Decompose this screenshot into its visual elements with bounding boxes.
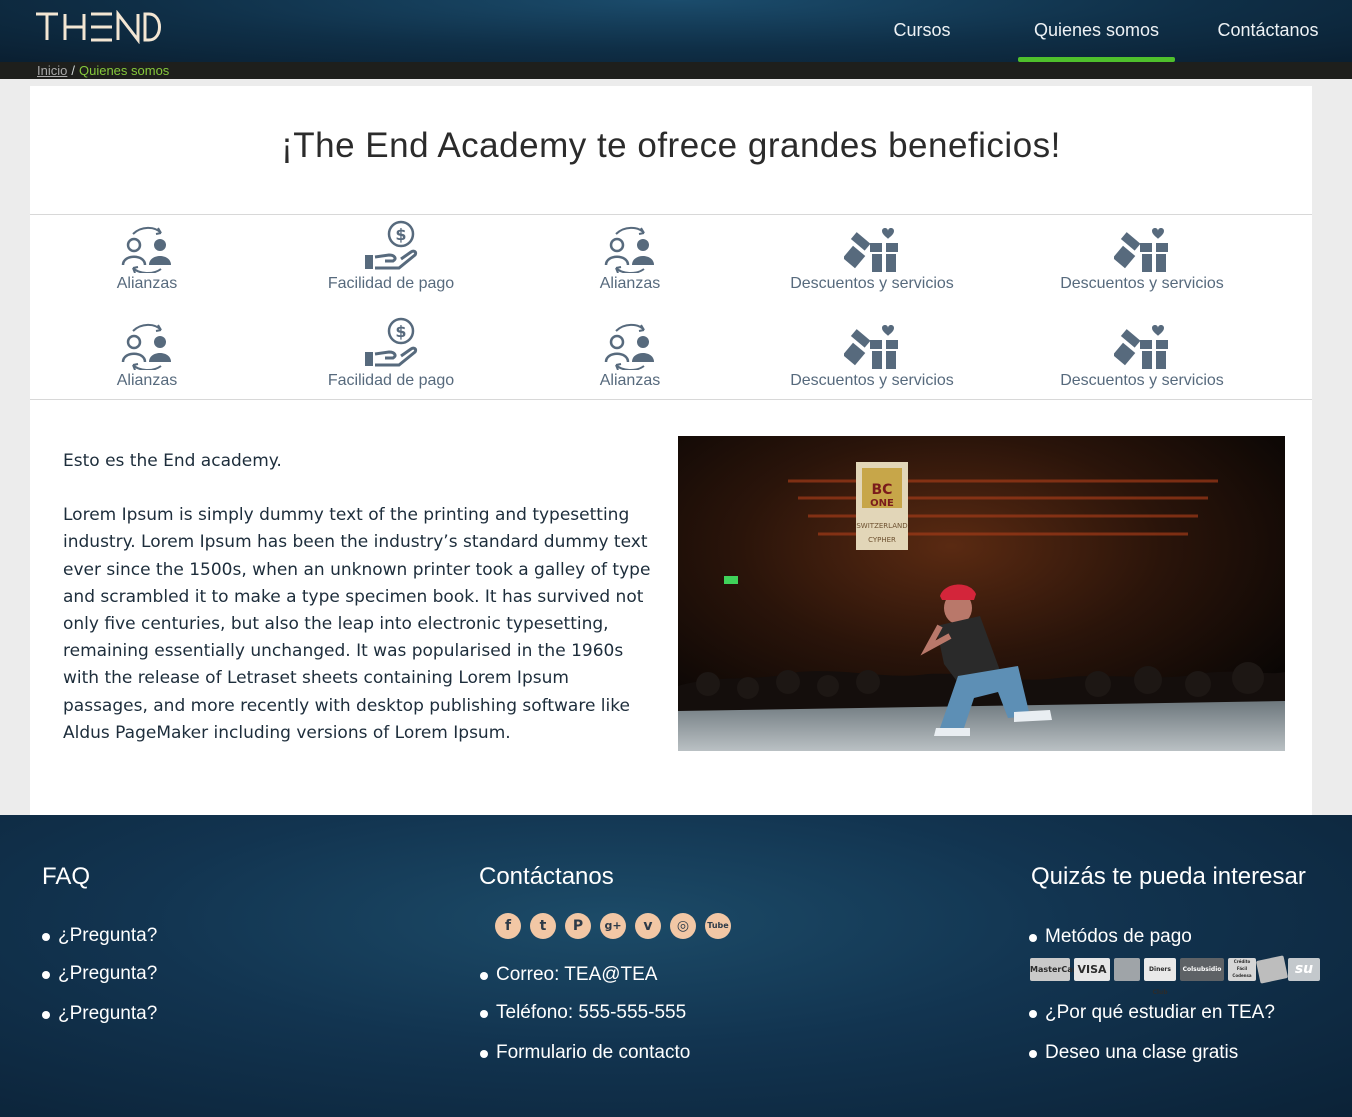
logo-mark (36, 10, 161, 44)
benefit-item-descuentos: Descuentos y servicios (1042, 322, 1242, 390)
benefit-label: Descuentos y servicios (790, 275, 954, 292)
interest-free-class[interactable]: Deseo una clase gratis (1029, 1042, 1238, 1064)
benefit-item-facilidad-de-pago: $ Facilidad de pago (291, 219, 491, 293)
stage-photo-illustration: BC ONE SWITZERLAND CYPHER (678, 436, 1285, 751)
youtube-icon[interactable]: Tube (705, 913, 731, 939)
site-footer: FAQ ¿Pregunta? ¿Pregunta? ¿Pregunta? Con… (0, 815, 1352, 1117)
thend-logo[interactable] (34, 10, 164, 44)
sign-one: ONE (870, 498, 894, 509)
benefit-label: Descuentos y servicios (1060, 275, 1224, 292)
twitter-icon[interactable]: t (530, 913, 556, 939)
google-plus-icon[interactable]: g+ (600, 913, 626, 939)
benefit-item-alianzas: Alianzas (47, 225, 247, 293)
about-intro: Esto es the End academy. (63, 451, 282, 471)
sign-bc: BC (872, 482, 893, 498)
footer-interest-title: Quizás te pueda interesar (1031, 863, 1306, 890)
diners-club-logo: Diners Club (1144, 958, 1176, 996)
card-logo (1114, 958, 1140, 981)
benefit-item-descuentos: Descuentos y servicios (772, 322, 972, 390)
nav-contactanos[interactable]: Contáctanos (1212, 0, 1324, 62)
benefit-item-descuentos: Descuentos y servicios (1042, 225, 1242, 293)
instagram-icon[interactable]: ◎ (670, 913, 696, 939)
benefit-label: Facilidad de pago (327, 372, 455, 389)
faq-item[interactable]: ¿Pregunta? (42, 925, 157, 947)
vimeo-icon[interactable]: v (635, 913, 661, 939)
benefit-label: Descuentos y servicios (1060, 372, 1224, 389)
benefits-grid: Alianzas $ Facilidad de pago Alianzas De… (30, 214, 1312, 400)
benefit-label: Facilidad de pago (327, 275, 455, 292)
breadcrumb-current: Quienes somos (78, 63, 170, 78)
gift-icon (844, 228, 898, 272)
benefit-label: Alianzas (116, 275, 178, 292)
pinterest-icon[interactable]: P (565, 913, 591, 939)
facebook-icon[interactable]: f (495, 913, 521, 939)
benefit-label: Alianzas (599, 275, 661, 292)
visa-logo: VISA (1074, 958, 1110, 981)
benefit-label: Alianzas (599, 372, 661, 389)
credito-facil-codensa-logo: Crédito Fácil Codensa (1228, 958, 1256, 981)
colsubsidio-logo: Colsubsidio (1180, 958, 1224, 981)
mastercard-logo: MasterCard (1030, 958, 1082, 981)
benefit-label: Descuentos y servicios (790, 372, 954, 389)
interest-why-tea[interactable]: ¿Por qué estudiar en TEA? (1029, 1002, 1275, 1024)
benefit-item-descuentos: Descuentos y servicios (772, 225, 972, 293)
svg-text:$: $ (395, 225, 406, 244)
benefit-item-alianzas: Alianzas (47, 322, 247, 390)
sign-switzerland: SWITZERLAND (856, 522, 907, 530)
alliance-icon (121, 226, 171, 273)
contact-email[interactable]: Correo: TEA@TEA (480, 964, 657, 986)
nav-quienes-somos[interactable]: Quienes somos (1018, 0, 1175, 62)
page-title: ¡The End Academy te ofrece grandes benef… (281, 126, 1061, 165)
main-content-card: ¡The End Academy te ofrece grandes benef… (30, 86, 1312, 815)
alliance-icon (604, 226, 654, 273)
payment-hand-icon: $ (365, 220, 418, 270)
interest-payment-methods[interactable]: Metódos de pago (1029, 926, 1192, 948)
alliance-icon (604, 323, 654, 370)
nav-cursos[interactable]: Cursos (872, 0, 972, 62)
breakdance-stage-photo: BC ONE SWITZERLAND CYPHER (678, 436, 1285, 751)
about-text: Esto es the End academy. Lorem Ipsum is … (63, 448, 653, 774)
sign-cypher: CYPHER (868, 536, 896, 544)
contact-phone[interactable]: Teléfono: 555-555-555 (480, 1002, 686, 1024)
benefit-label: Alianzas (116, 372, 178, 389)
faq-item[interactable]: ¿Pregunta? (42, 963, 157, 985)
benefit-item-facilidad-de-pago: $ Facilidad de pago (291, 316, 491, 390)
payment-hand-icon: $ (365, 317, 418, 367)
su-logo: su (1288, 958, 1320, 981)
breadcrumb-separator: / (71, 63, 75, 78)
breadcrumb: Inicio / Quienes somos (0, 62, 1352, 79)
breadcrumb-home-link[interactable]: Inicio (37, 63, 67, 78)
benefit-item-alianzas: Alianzas (530, 322, 730, 390)
card-stack-logo (1255, 955, 1289, 984)
gift-icon (1114, 228, 1168, 272)
top-navbar: Cursos Quienes somos Contáctanos (0, 0, 1352, 62)
footer-contact-title: Contáctanos (479, 863, 614, 890)
alliance-icon (121, 323, 171, 370)
contact-form-link[interactable]: Formulario de contacto (480, 1042, 690, 1064)
about-body: Lorem Ipsum is simply dummy text of the … (63, 505, 651, 743)
faq-item[interactable]: ¿Pregunta? (42, 1003, 157, 1025)
svg-text:$: $ (395, 322, 406, 341)
footer-faq-title: FAQ (42, 863, 91, 890)
benefit-item-alianzas: Alianzas (530, 225, 730, 293)
gift-icon (1114, 325, 1168, 369)
gift-icon (844, 325, 898, 369)
